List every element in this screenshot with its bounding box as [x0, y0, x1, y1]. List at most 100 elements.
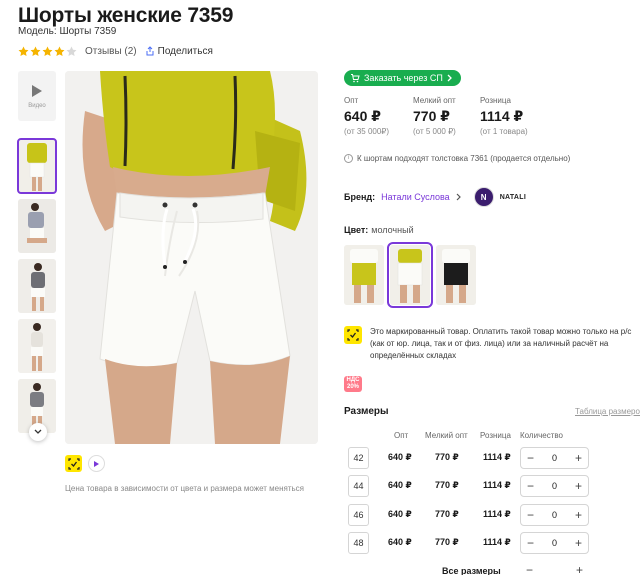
vat-badge-rate: 20%	[346, 384, 359, 390]
order-via-sp-button[interactable]: Заказать через СП	[344, 70, 461, 86]
color-value: молочный	[371, 225, 414, 235]
chevron-right-icon	[456, 193, 461, 201]
size-row: 46 640 ₽ 770 ₽ 1114 ₽ − 0 +	[348, 504, 640, 526]
quantity-value[interactable]: 0	[552, 538, 557, 548]
brand-label: Бренд:	[344, 192, 376, 202]
brand-link[interactable]: Натали Суслова	[381, 192, 450, 202]
increment-button[interactable]: +	[575, 479, 582, 493]
quantity-value[interactable]: 0	[552, 453, 557, 463]
column-header-wholesale: Опт	[394, 431, 409, 440]
price-value: 770 ₽	[413, 108, 450, 124]
size-row: 44 640 ₽ 770 ₽ 1114 ₽ − 0 +	[348, 475, 640, 497]
quantity-stepper: − 0 +	[520, 447, 589, 469]
quantity-value[interactable]: 0	[552, 510, 557, 520]
price-caption: Опт	[344, 96, 359, 105]
price-condition: (от 5 000 ₽)	[413, 127, 456, 136]
price-retail: Розница 1114 ₽ (от 1 товара)	[480, 96, 528, 136]
quantity-stepper: − 0 +	[520, 504, 589, 526]
column-header-retail: Розница	[480, 431, 511, 440]
increment-button[interactable]: +	[575, 451, 582, 465]
size-table-link[interactable]: Таблица размеров	[575, 407, 640, 416]
cart-icon	[351, 74, 360, 83]
size-price-wholesale: 640 ₽	[388, 480, 412, 490]
size-price-retail: 1114 ₽	[483, 537, 511, 547]
image-badges	[65, 455, 105, 472]
matching-item-hint: i К шортам подходят толстовка 7361 (прод…	[344, 154, 570, 163]
thumbnail-4[interactable]	[18, 319, 56, 373]
color-swatch-milky[interactable]	[387, 242, 433, 308]
reviews-link[interactable]: Отзывы (2)	[85, 46, 137, 57]
size-price-small-wholesale: 770 ₽	[435, 509, 459, 519]
quantity-value[interactable]: 0	[552, 481, 557, 491]
decrement-button[interactable]: −	[527, 536, 534, 550]
video-thumbnail[interactable]: Видео	[18, 71, 56, 121]
share-label: Поделиться	[157, 45, 213, 57]
price-value: 640 ₽	[344, 108, 381, 124]
size-row: 48 640 ₽ 770 ₽ 1114 ₽ − 0 +	[348, 532, 640, 554]
video-label: Видео	[28, 102, 46, 109]
size-badge: 42	[348, 447, 369, 469]
price-condition: (от 35 000₽)	[344, 127, 390, 136]
color-swatches	[344, 242, 476, 308]
increment-button[interactable]: +	[575, 536, 582, 550]
star-empty-icon	[66, 46, 77, 56]
column-header-small-wholesale: Мелкий опт	[425, 431, 468, 440]
color-swatch-black[interactable]	[436, 245, 476, 305]
thumbnail-1[interactable]	[17, 138, 57, 194]
size-badge: 44	[348, 475, 369, 497]
size-badge: 48	[348, 532, 369, 554]
thumbnail-2[interactable]	[18, 199, 56, 253]
play-icon	[32, 84, 42, 97]
star-icon	[30, 46, 41, 56]
star-icon	[42, 46, 53, 56]
decrement-button[interactable]: −	[527, 479, 534, 493]
color-label: Цвет:	[344, 225, 369, 235]
color-swatch-mustard[interactable]	[344, 245, 384, 305]
decrement-button[interactable]: −	[527, 508, 534, 522]
thumbnail-image	[18, 319, 56, 373]
price-value: 1114 ₽	[480, 108, 524, 124]
star-icon	[54, 46, 65, 56]
size-price-wholesale: 640 ₽	[388, 537, 412, 547]
info-icon: i	[344, 154, 353, 163]
hint-text: К шортам подходят толстовка 7361 (продае…	[357, 154, 571, 163]
brand-logo-icon[interactable]: N	[473, 187, 494, 207]
price-condition: (от 1 товара)	[480, 127, 528, 136]
brand-row: Бренд: Натали Суслова N NATALI	[344, 186, 526, 208]
main-product-image[interactable]	[65, 71, 318, 444]
price-wholesale: Опт 640 ₽ (от 35 000₽)	[344, 96, 389, 136]
size-price-small-wholesale: 770 ₽	[435, 537, 459, 547]
size-price-small-wholesale: 770 ₽	[435, 452, 459, 462]
size-price-retail: 1114 ₽	[483, 480, 511, 490]
thumbnail-3[interactable]	[18, 259, 56, 313]
chevron-down-icon	[34, 429, 42, 434]
product-model: Модель: Шорты 7359	[18, 26, 117, 37]
size-badge: 46	[348, 504, 369, 526]
star-icon	[18, 46, 29, 56]
all-sizes-stepper: − +	[520, 563, 589, 575]
size-price-retail: 1114 ₽	[483, 452, 511, 462]
increment-button[interactable]: +	[575, 508, 582, 522]
price-variation-note: Цена товара в зависимости от цвета и раз…	[65, 484, 305, 493]
honest-sign-icon	[344, 326, 362, 344]
marking-text: Это маркированный товар. Оплатить такой …	[370, 327, 632, 360]
thumbnail-list: Видео	[17, 71, 57, 441]
thumbnail-image	[18, 259, 56, 313]
decrement-button[interactable]: −	[527, 451, 534, 465]
increment-all-button[interactable]: +	[576, 563, 583, 575]
swatch-image	[344, 245, 384, 305]
all-sizes-label: Все размеры	[442, 566, 501, 575]
thumbnails-scroll-down-button[interactable]	[29, 423, 47, 441]
brand-logo-text: NATALI	[499, 193, 527, 201]
vat-badge: НДС 20%	[344, 376, 362, 392]
swatch-image	[390, 245, 430, 305]
quantity-stepper: − 0 +	[520, 532, 589, 554]
decrement-all-button[interactable]: −	[526, 563, 533, 575]
play-video-button[interactable]	[88, 455, 105, 472]
size-price-wholesale: 640 ₽	[388, 509, 412, 519]
thumbnail-image	[18, 199, 56, 253]
share-icon	[146, 46, 154, 56]
price-caption: Мелкий опт	[413, 96, 456, 105]
vat-badge-label: НДС	[346, 377, 360, 383]
share-button[interactable]: Поделиться	[145, 46, 213, 57]
